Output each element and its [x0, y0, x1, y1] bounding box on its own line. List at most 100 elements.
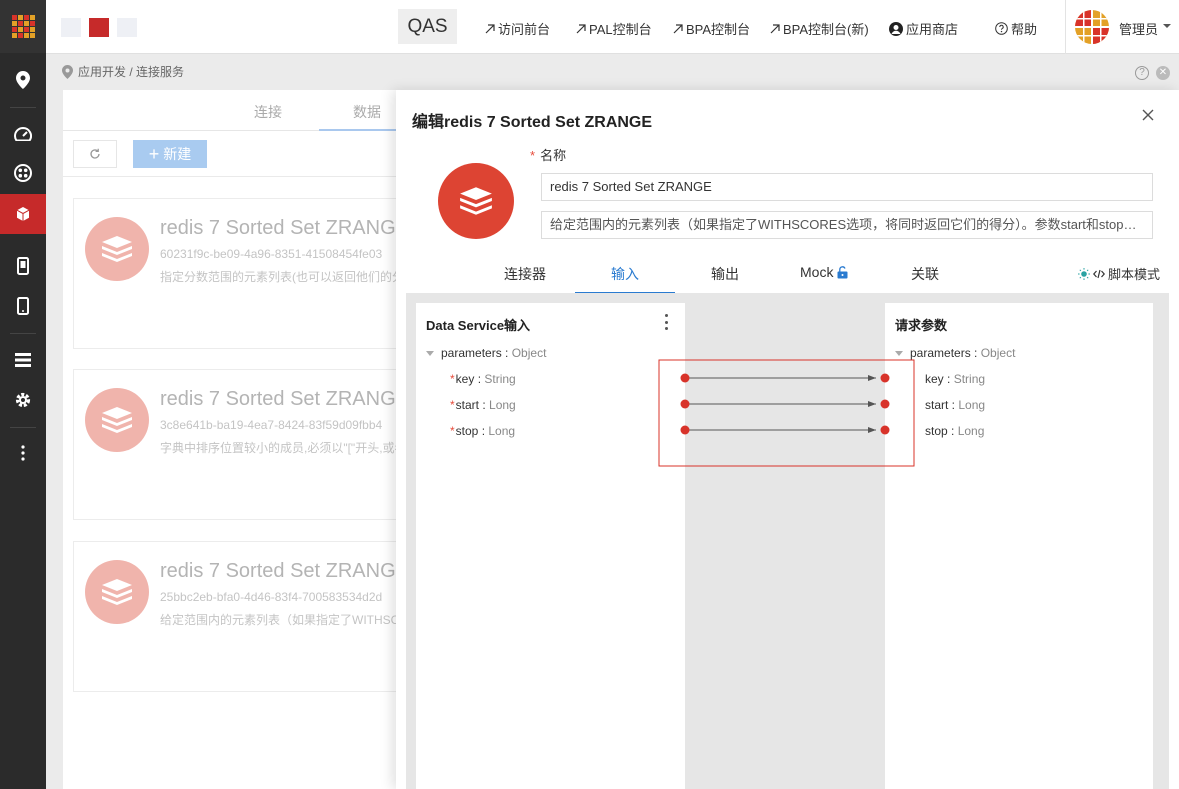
sidebar-item-mobile[interactable] [0, 246, 46, 286]
sidebar-item-settings[interactable] [0, 380, 46, 420]
tab-mock-label: Mock [800, 264, 834, 280]
name-label: * 名称 [530, 145, 566, 164]
sidebar-item-location[interactable] [0, 60, 46, 100]
link-pal-console-label: PAL控制台 [589, 22, 652, 37]
card-id: 60231f9c-be09-4a96-8351-41508454fe03 [160, 247, 383, 261]
link-frontend[interactable]: 访问前台 [485, 19, 550, 38]
required-star: * [530, 148, 536, 163]
mapping-line-key[interactable] [680, 373, 890, 383]
divider [63, 176, 403, 177]
tab-input[interactable]: 输入 [611, 264, 639, 284]
page-close-icon[interactable]: ✕ [1156, 66, 1170, 80]
redis-icon [85, 560, 149, 624]
card-title: redis 7 Sorted Set ZRANGEBYSCORE [160, 217, 403, 239]
unlock-icon [837, 265, 848, 278]
card-title: redis 7 Sorted Set ZRANGE [160, 560, 403, 582]
link-bpa-console-new-label: BPA控制台(新) [783, 22, 869, 37]
left-sidebar [0, 0, 46, 789]
sidebar-item-dashboard[interactable] [0, 114, 46, 154]
link-help[interactable]: 帮助 [995, 19, 1037, 38]
field-mapping-area: Data Service输入 parameters : Object * key … [406, 293, 1169, 789]
description-field[interactable]: 给定范围内的元素列表（如果指定了WITHSCORES选项，将同时返回它们的得分）… [541, 211, 1153, 239]
card-title: redis 7 Sorted Set ZRANGEBYLEX [160, 388, 402, 410]
map-pin-icon [16, 71, 30, 89]
sidebar-item-list[interactable] [0, 340, 46, 380]
app-grid-logo[interactable] [0, 0, 46, 53]
user-avatar[interactable] [1075, 10, 1109, 44]
window-square-active[interactable] [89, 18, 109, 37]
topbar-divider [1065, 0, 1066, 54]
mapping-line-start[interactable] [680, 399, 890, 409]
plus-icon: + [148, 143, 160, 164]
breadcrumb: 应用开发 / 连接服务 [62, 63, 184, 80]
active-tab-indicator [319, 129, 403, 131]
mapping-lines-overlay [658, 359, 915, 467]
service-list-panel: 连接 数据 +新建 redis 7 Sorted Set ZRANGEBYSCO… [63, 90, 403, 789]
tab-relation[interactable]: 关联 [911, 264, 939, 284]
top-bar: QAS 访问前台 PAL控制台 BPA控制台 BPA控制台(新) 应用商店 帮助 [46, 0, 1179, 54]
link-bpa-console[interactable]: BPA控制台 [673, 19, 750, 38]
link-app-store-label: 应用商店 [906, 22, 959, 37]
card-desc: 字典中排序位置较小的成员,必须以"["开头,或者以"("开头 [160, 441, 402, 455]
external-arrow-icon [673, 23, 683, 33]
sidebar-item-more[interactable] [0, 433, 46, 473]
redis-icon [85, 217, 149, 281]
external-arrow-icon [485, 23, 495, 33]
new-button-label: 新建 [163, 146, 192, 162]
tab-mock[interactable]: Mock [800, 264, 848, 280]
name-label-text: 名称 [540, 148, 567, 163]
drawer-title: 编辑redis 7 Sorted Set ZRANGE [412, 114, 653, 131]
service-card[interactable]: redis 7 Sorted Set ZRANGEBYSCORE 60231f9… [73, 198, 403, 349]
apps-circle-icon [14, 164, 32, 182]
mapping-line-stop[interactable] [680, 425, 890, 435]
name-field[interactable]: redis 7 Sorted Set ZRANGE [541, 173, 1153, 201]
list-tabs: 连接 数据 [63, 90, 403, 131]
link-frontend-label: 访问前台 [498, 22, 551, 37]
more-vertical-icon [21, 445, 25, 461]
card-desc: 给定范围内的元素列表（如果指定了WITHSCORES选项 [160, 613, 402, 627]
external-arrow-icon [576, 23, 586, 33]
link-help-label: 帮助 [1011, 22, 1038, 37]
service-card[interactable]: redis 7 Sorted Set ZRANGE 25bbc2eb-bfa0-… [73, 541, 403, 692]
external-arrow-icon [770, 23, 780, 33]
redis-icon [85, 388, 149, 452]
tab-connections[interactable]: 连接 [254, 102, 282, 122]
close-icon[interactable] [1140, 107, 1156, 123]
card-id: 25bbc2eb-bfa0-4d46-83f4-700583534d2d [160, 590, 383, 604]
tab-output[interactable]: 输出 [711, 264, 739, 284]
environment-badge[interactable]: QAS [398, 9, 457, 44]
window-square-placeholder[interactable] [117, 18, 137, 37]
window-square-placeholder[interactable] [61, 18, 81, 37]
new-button[interactable]: + 新建 [133, 140, 207, 168]
service-card[interactable]: redis 7 Sorted Set ZRANGEBYLEX 3c8e641b-… [73, 369, 403, 520]
sidebar-item-connections[interactable] [0, 194, 46, 234]
help-circle-icon [995, 22, 1008, 35]
list-icon [15, 353, 31, 367]
sidebar-item-device[interactable] [0, 286, 46, 326]
chevron-down-icon[interactable] [1163, 19, 1171, 33]
map-pin-icon [62, 64, 73, 79]
smartphone-icon [17, 297, 29, 315]
tab-data[interactable]: 数据 [353, 102, 381, 122]
grid-logo-icon [11, 15, 35, 38]
gear-icon [15, 392, 31, 408]
tab-connector[interactable]: 连接器 [504, 264, 546, 284]
user-circle-icon [889, 21, 903, 36]
lightbulb-icon [1078, 267, 1090, 280]
code-icon [1093, 269, 1105, 278]
link-pal-console[interactable]: PAL控制台 [576, 19, 652, 38]
avatar-logo-icon [1075, 10, 1109, 44]
gauge-icon [14, 127, 32, 141]
link-bpa-console-new[interactable]: BPA控制台(新) [770, 19, 869, 38]
redis-icon[interactable] [438, 163, 514, 239]
script-mode-toggle[interactable]: 脚本模式 [1078, 264, 1160, 283]
edit-service-drawer: 编辑redis 7 Sorted Set ZRANGE * 名称 redis 7 … [396, 90, 1179, 789]
link-app-store[interactable]: 应用商店 [889, 19, 958, 38]
refresh-button[interactable] [73, 140, 117, 168]
refresh-icon [90, 148, 100, 159]
user-name[interactable]: 管理员 [1119, 19, 1158, 38]
sidebar-item-apps[interactable] [0, 153, 46, 193]
cube-icon [16, 207, 30, 221]
page-help-icon[interactable]: ? [1135, 66, 1149, 80]
mobile-phone-icon [17, 257, 29, 275]
